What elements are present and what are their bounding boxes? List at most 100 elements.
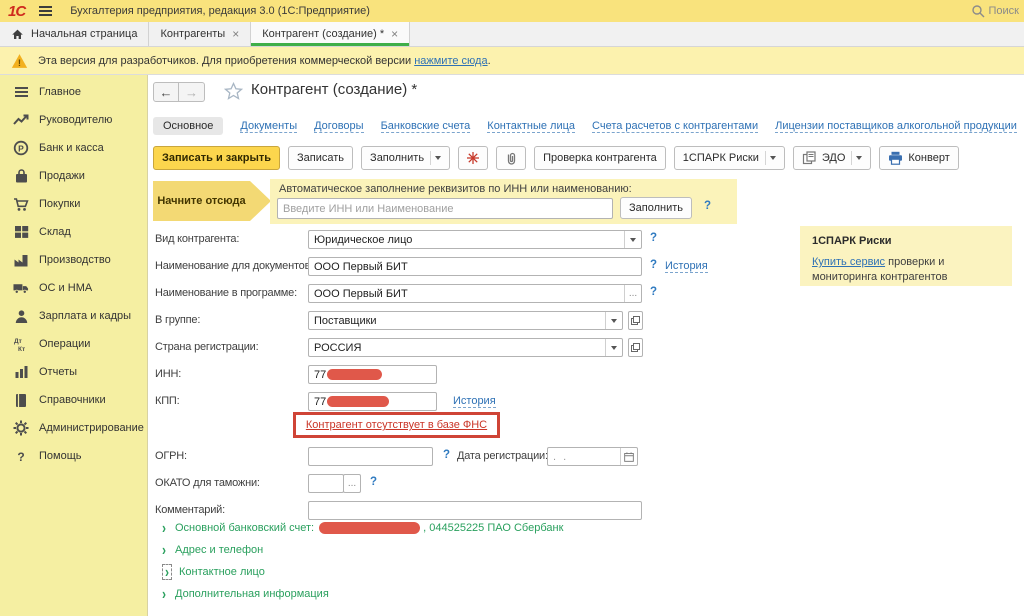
tab-bar: Начальная страница Контрагенты × Контраг… xyxy=(0,22,1024,47)
ogrn-help[interactable]: ? xyxy=(443,449,450,461)
sidebar-item-bank-kassa[interactable]: РБанк и касса xyxy=(0,134,147,162)
dropdown-icon[interactable] xyxy=(605,339,622,356)
nav-bank-accounts[interactable]: Банковские счета xyxy=(381,120,471,133)
name-prog-help[interactable]: ? xyxy=(650,286,657,298)
reg-date-input[interactable]: . . xyxy=(547,447,638,466)
kind-select[interactable]: Юридическое лицо xyxy=(308,230,642,249)
menu-lines-icon xyxy=(13,84,29,100)
edo-button[interactable]: ЭДО xyxy=(793,146,872,170)
nav-settlement-accounts[interactable]: Счета расчетов с контрагентами xyxy=(592,120,758,133)
kpp-redaction xyxy=(327,396,389,407)
autofill-input[interactable] xyxy=(277,198,613,219)
form-nav: Основное Документы Договоры Банковские с… xyxy=(153,115,1017,137)
kpp-history-link[interactable]: История xyxy=(453,395,496,408)
dropdown-icon[interactable] xyxy=(624,231,641,248)
global-search[interactable]: Поиск xyxy=(971,4,1019,18)
fill-dropdown-button[interactable]: Заполнить xyxy=(361,146,450,170)
bank-account-redaction xyxy=(319,522,420,534)
check-kontragent-button[interactable]: Проверка контрагента xyxy=(534,146,666,170)
forward-button[interactable]: → xyxy=(179,82,205,102)
buy-service-link[interactable]: Купить сервис xyxy=(812,256,885,268)
okato-more-button[interactable]: ... xyxy=(343,474,361,493)
envelope-button[interactable]: Конверт xyxy=(879,146,958,170)
focus-frame: › xyxy=(162,564,172,580)
nav-contacts[interactable]: Контактные лица xyxy=(487,120,575,133)
chevron-right-icon: › xyxy=(162,518,166,536)
autofill-fill-button[interactable]: Заполнить xyxy=(620,197,692,219)
sidebar-item-spravochniki[interactable]: Справочники xyxy=(0,386,147,414)
comment-input[interactable] xyxy=(308,501,642,520)
field-label-inn: ИНН: xyxy=(155,365,181,384)
autofill-label: Автоматическое заполнение реквизитов по … xyxy=(279,183,632,195)
ogrn-input[interactable] xyxy=(308,447,433,466)
dev-version-warning: ! Эта версия для разработчиков. Для прио… xyxy=(0,47,1024,75)
okato-input[interactable] xyxy=(308,474,344,493)
sidebar-item-otchety[interactable]: Отчеты xyxy=(0,358,147,386)
name-docs-history-link[interactable]: История xyxy=(665,260,708,273)
nav-dokumenty[interactable]: Документы xyxy=(240,120,297,133)
bar-chart-icon xyxy=(13,364,29,380)
back-button[interactable]: ← xyxy=(153,82,179,102)
truck-icon xyxy=(13,280,29,296)
kind-help[interactable]: ? xyxy=(650,232,657,244)
sidebar-item-os-nma[interactable]: ОС и НМА xyxy=(0,274,147,302)
nav-osnovnoe[interactable]: Основное xyxy=(153,117,223,135)
home-icon xyxy=(11,28,24,41)
name-docs-input[interactable]: ООО Первый БИТ xyxy=(308,257,642,276)
sidebar-item-pomosch[interactable]: ?Помощь xyxy=(0,442,147,470)
nav-licenses[interactable]: Лицензии поставщиков алкогольной продукц… xyxy=(775,120,1017,133)
field-label-country: Страна регистрации: xyxy=(155,338,258,357)
svg-text:Р: Р xyxy=(18,143,24,153)
svg-text:!: ! xyxy=(18,57,21,68)
sidebar-item-zarplata[interactable]: Зарплата и кадры xyxy=(0,302,147,330)
country-select[interactable]: РОССИЯ xyxy=(308,338,623,357)
tab-home[interactable]: Начальная страница xyxy=(0,22,149,46)
name-docs-help[interactable]: ? xyxy=(650,259,657,271)
warning-link[interactable]: нажмите сюда xyxy=(414,55,487,67)
sidebar-item-glavnoe[interactable]: Главное xyxy=(0,78,147,106)
group-select[interactable]: Поставщики xyxy=(308,311,623,330)
dt-kt-icon: ДтКт xyxy=(13,336,29,352)
section-address-phone[interactable]: › Адрес и телефон xyxy=(162,541,263,558)
sidebar-item-administrirovanie[interactable]: Администрирование xyxy=(0,414,147,442)
okato-help[interactable]: ? xyxy=(370,476,377,488)
close-icon[interactable]: × xyxy=(232,28,239,40)
nav-dogovory[interactable]: Договоры xyxy=(314,120,363,133)
sidebar-item-operacii[interactable]: ДтКтОперации xyxy=(0,330,147,358)
dropdown-icon[interactable] xyxy=(605,312,622,329)
sidebar-item-rukovoditelyu[interactable]: Руководителю xyxy=(0,106,147,134)
country-open-button[interactable] xyxy=(628,338,643,357)
field-label-name-docs: Наименование для документов: xyxy=(155,257,313,276)
section-bank-account[interactable]: › Основной банковский счет: , 044525225 … xyxy=(162,519,563,536)
save-close-button[interactable]: Записать и закрыть xyxy=(153,146,280,170)
autofill-help[interactable]: ? xyxy=(704,200,711,212)
warning-icon: ! xyxy=(11,53,28,69)
main-menu-icon[interactable] xyxy=(39,6,52,16)
sidebar-item-sklad[interactable]: Склад xyxy=(0,218,147,246)
tab-kontragent-create[interactable]: Контрагент (создание) * × xyxy=(251,22,410,46)
svg-text:Кт: Кт xyxy=(18,346,25,352)
sidebar-item-pokupki[interactable]: Покупки xyxy=(0,190,147,218)
inn-input[interactable]: 77 xyxy=(308,365,437,384)
snowflake-button[interactable] xyxy=(458,146,488,170)
tab-kontragenty[interactable]: Контрагенты × xyxy=(149,22,251,46)
favorite-star-icon[interactable] xyxy=(224,82,243,100)
name-prog-input[interactable]: ООО Первый БИТ... xyxy=(308,284,642,303)
kpp-input[interactable]: 77 xyxy=(308,392,437,411)
question-icon: ? xyxy=(13,448,29,464)
spark-riski-button[interactable]: 1СПАРК Риски xyxy=(674,146,785,170)
attach-button[interactable] xyxy=(496,146,526,170)
section-additional-info[interactable]: › Дополнительная информация xyxy=(162,585,329,602)
page-title: Контрагент (создание) * xyxy=(251,81,417,98)
more-icon[interactable]: ... xyxy=(624,285,641,302)
group-open-button[interactable] xyxy=(628,311,643,330)
section-contact-person[interactable]: › Контактное лицо xyxy=(162,563,265,580)
save-button[interactable]: Записать xyxy=(288,146,353,170)
calendar-icon[interactable] xyxy=(620,448,637,465)
red-asterisk-icon xyxy=(466,151,480,165)
printer-icon xyxy=(888,151,903,165)
sidebar-item-proizvodstvo[interactable]: Производство xyxy=(0,246,147,274)
fns-warning-link[interactable]: Контрагент отсутствует в базе ФНС xyxy=(306,419,487,431)
sidebar-item-prodazhi[interactable]: Продажи xyxy=(0,162,147,190)
close-icon[interactable]: × xyxy=(391,28,398,40)
